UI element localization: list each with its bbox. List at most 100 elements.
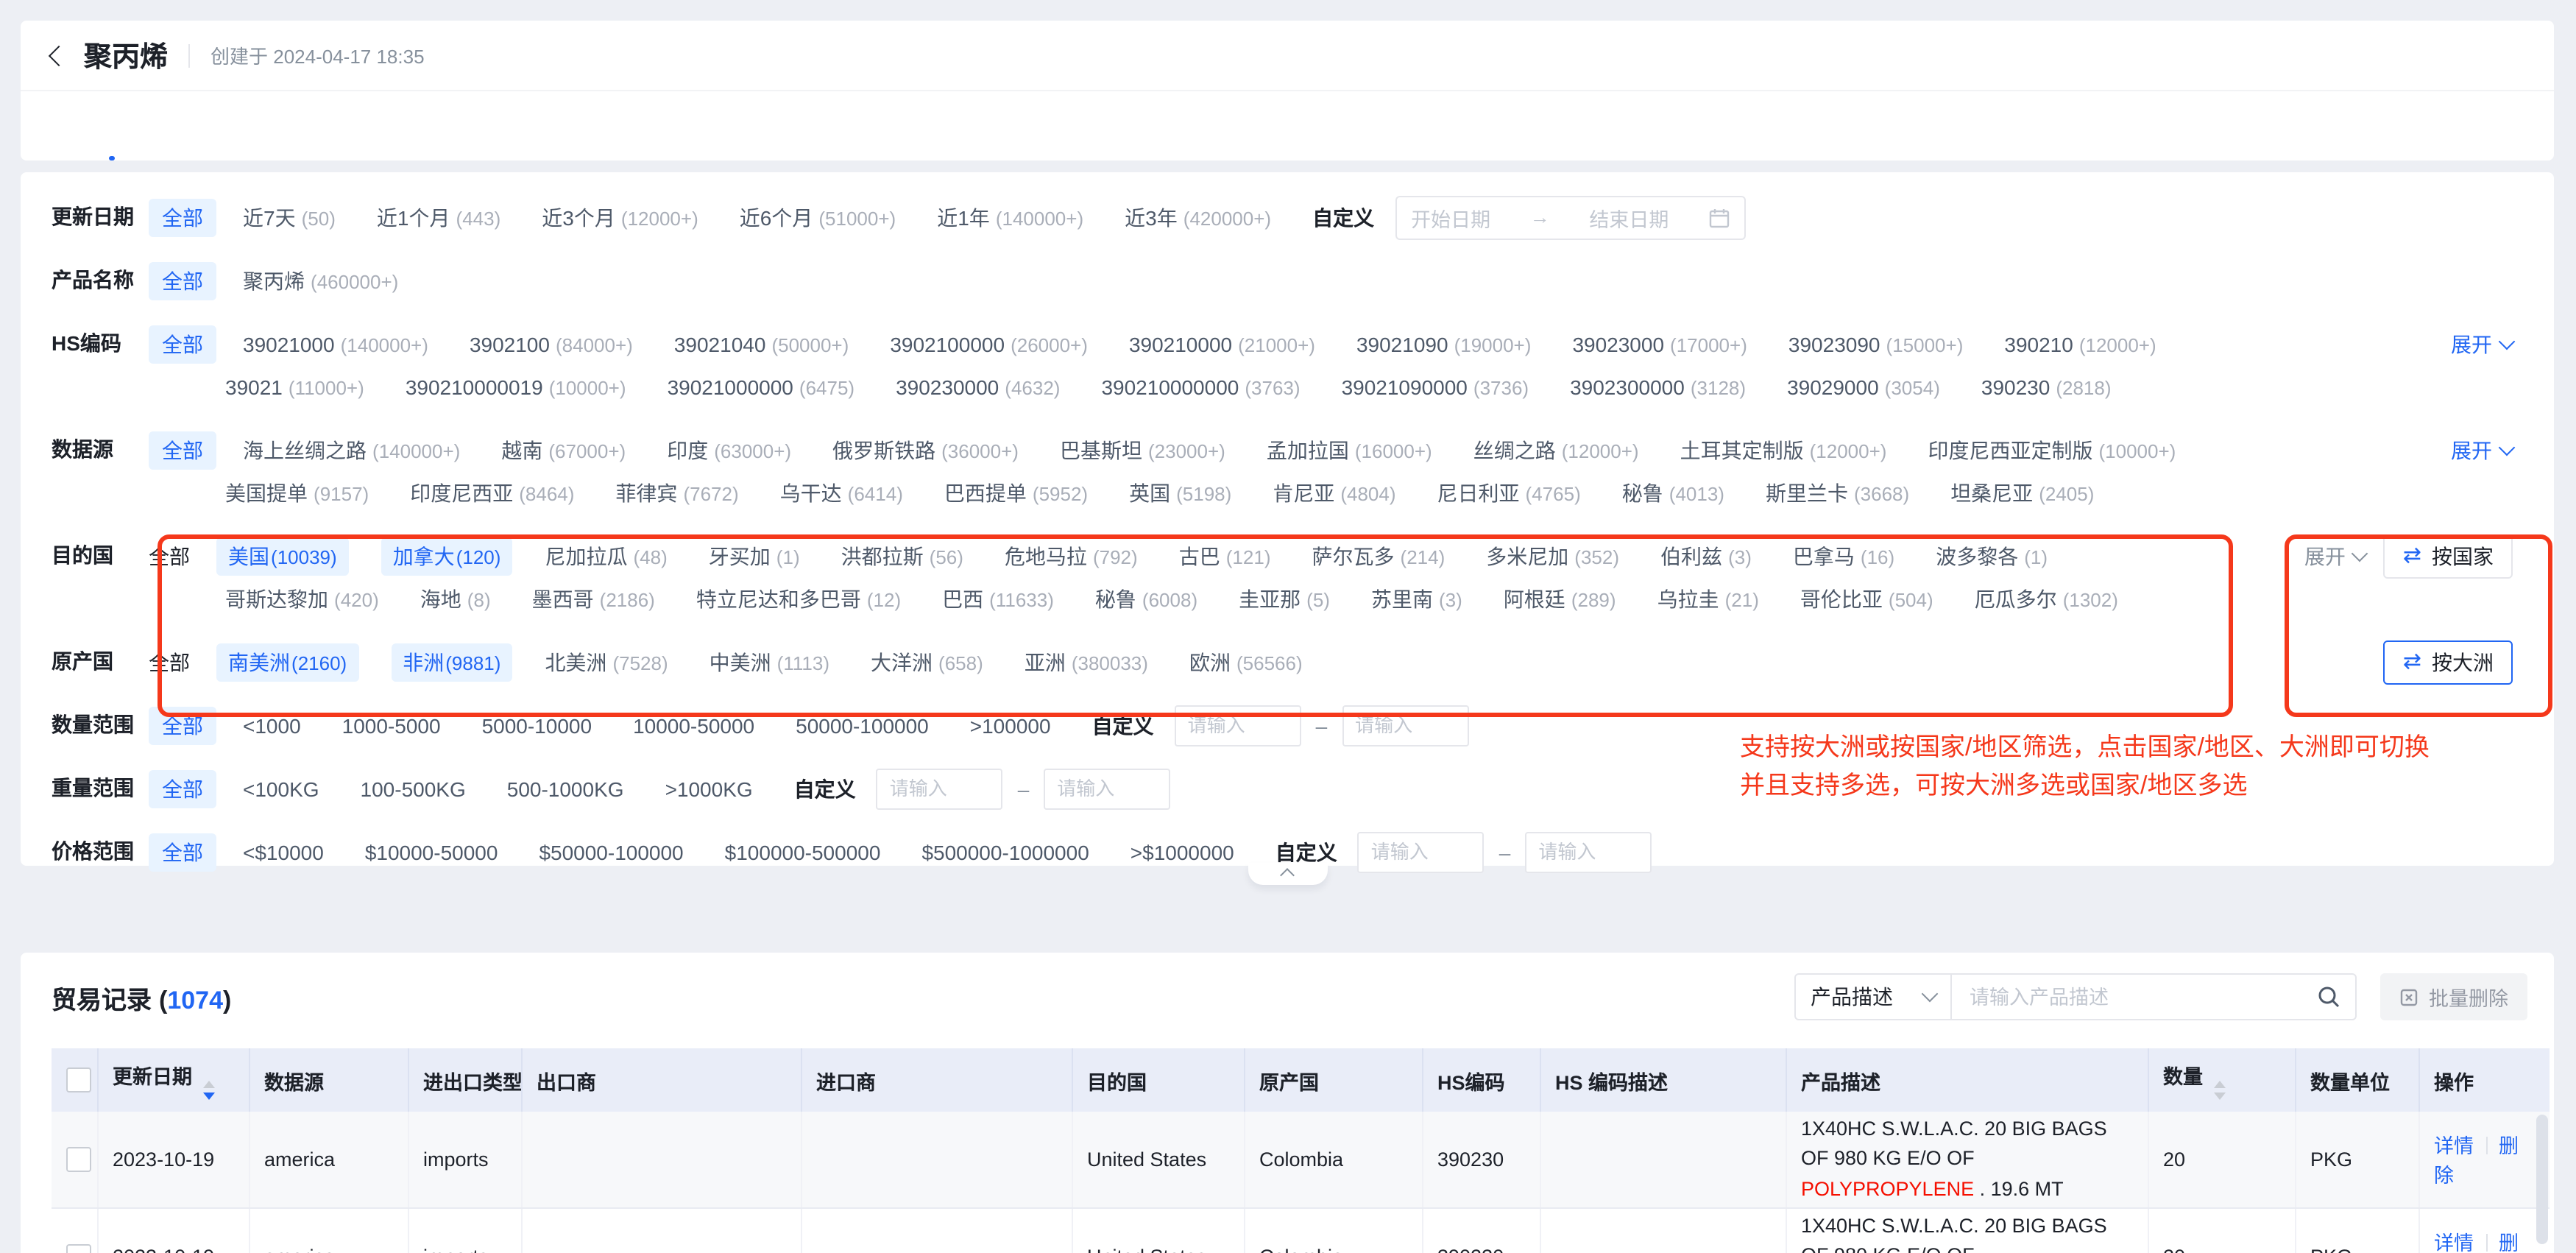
- filter-option[interactable]: 近3年420000+: [1125, 202, 1271, 232]
- sort-icons[interactable]: [2213, 1081, 2225, 1100]
- filter-option[interactable]: 菲律宾7672: [615, 478, 738, 507]
- filter-all-option[interactable]: 全部: [149, 431, 216, 469]
- filter-option-continent[interactable]: 南美洲2160: [216, 643, 358, 681]
- filter-option-range[interactable]: 1000-5000: [342, 713, 441, 737]
- filter-option[interactable]: 近3个月12000+: [542, 202, 698, 232]
- filter-option-country[interactable]: 洪都拉斯56: [841, 541, 963, 571]
- search-icon[interactable]: [2317, 985, 2340, 1009]
- filter-option-country[interactable]: 萨尔瓦多214: [1312, 541, 1446, 571]
- filter-option-country[interactable]: 波多黎各1: [1936, 541, 2048, 571]
- filter-option[interactable]: 巴基斯坦23000+: [1060, 435, 1225, 465]
- filter-option[interactable]: 39021000021000+: [1129, 332, 1315, 356]
- filter-all-option[interactable]: 全部: [149, 325, 216, 363]
- filter-option-continent[interactable]: 大洋洲658: [871, 647, 983, 677]
- filter-option-range[interactable]: $500000-1000000: [921, 840, 1089, 864]
- filter-option[interactable]: 3902302818: [1981, 375, 2112, 398]
- custom-option[interactable]: 自定义: [794, 774, 856, 803]
- filter-option[interactable]: 3902109019000+: [1356, 332, 1531, 356]
- filter-option[interactable]: 3902104050000+: [674, 332, 849, 356]
- filter-option-continent[interactable]: 欧洲56566: [1189, 647, 1303, 677]
- expand-toggle[interactable]: 展开: [2451, 435, 2513, 465]
- filter-option[interactable]: 印度尼西亚8464: [410, 478, 574, 507]
- filter-option[interactable]: 海上丝绸之路140000+: [243, 435, 460, 465]
- range-max-input[interactable]: [1525, 831, 1652, 872]
- filter-option-range[interactable]: <1000: [243, 713, 301, 737]
- filter-option[interactable]: 俄罗斯铁路36000+: [832, 435, 1019, 465]
- filter-option[interactable]: 3902300017000+: [1572, 332, 1747, 356]
- range-min-input[interactable]: [877, 768, 1003, 809]
- filter-option-range[interactable]: 10000-50000: [633, 713, 754, 737]
- custom-option[interactable]: 自定义: [1092, 710, 1154, 740]
- search-field-select[interactable]: 产品描述: [1796, 975, 1952, 1019]
- filter-option-range[interactable]: >100000: [970, 713, 1051, 737]
- filter-all-option[interactable]: 全部: [149, 537, 190, 575]
- filter-option[interactable]: 秘鲁4013: [1622, 478, 1724, 507]
- filter-option[interactable]: 390290003054: [1787, 375, 1940, 398]
- filter-option[interactable]: 近1年140000+: [937, 202, 1083, 232]
- filter-option-country[interactable]: 圭亚那5: [1239, 584, 1330, 613]
- filter-option[interactable]: 39021000001910000+: [406, 375, 626, 398]
- filter-option-country[interactable]: 乌拉圭21: [1657, 584, 1759, 613]
- filter-option[interactable]: 390210000006475: [668, 375, 855, 398]
- filter-option-country[interactable]: 苏里南3: [1371, 584, 1462, 613]
- filter-option[interactable]: 39021000140000+: [243, 332, 428, 356]
- filter-option-country[interactable]: 尼加拉瓜48: [545, 541, 667, 571]
- filter-option[interactable]: 丝绸之路12000+: [1473, 435, 1639, 465]
- filter-option-range[interactable]: 5000-10000: [482, 713, 592, 737]
- filter-option[interactable]: 肯尼亚4804: [1273, 478, 1395, 507]
- filter-option-range[interactable]: 50000-100000: [796, 713, 929, 737]
- custom-option[interactable]: 自定义: [1275, 837, 1337, 866]
- filter-option[interactable]: 美国提单9157: [225, 478, 369, 507]
- filter-option[interactable]: 巴西提单5952: [944, 478, 1088, 507]
- filter-option-country[interactable]: 特立尼达和多巴哥12: [696, 584, 901, 613]
- filter-all-option[interactable]: 全部: [149, 706, 216, 744]
- filter-all-option[interactable]: 全部: [149, 643, 190, 681]
- detail-link[interactable]: 详情: [2434, 1136, 2474, 1158]
- expand-toggle[interactable]: 展开: [2451, 329, 2513, 359]
- filter-option[interactable]: 孟加拉国16000+: [1267, 435, 1432, 465]
- filter-option[interactable]: 坦桑尼亚2405: [1950, 478, 2094, 507]
- filter-option-country[interactable]: 多米尼加352: [1486, 541, 1619, 571]
- date-range-picker[interactable]: 开始日期 → 结束日期: [1395, 195, 1745, 239]
- custom-option[interactable]: 自定义: [1312, 202, 1374, 232]
- filter-option-country[interactable]: 墨西哥2186: [532, 584, 655, 613]
- row-checkbox[interactable]: [66, 1147, 91, 1172]
- collapse-filters-button[interactable]: [1248, 863, 1327, 885]
- filter-option[interactable]: 印度63000+: [667, 435, 791, 465]
- filter-option[interactable]: 聚丙烯460000+: [243, 266, 398, 295]
- filter-option-country[interactable]: 伯利兹3: [1660, 541, 1752, 571]
- filter-option-country[interactable]: 加拿大120: [381, 537, 513, 575]
- filter-option[interactable]: 3902300004632: [896, 375, 1060, 398]
- filter-option-range[interactable]: $50000-100000: [539, 840, 683, 864]
- row-checkbox[interactable]: [66, 1243, 91, 1253]
- filter-option-country[interactable]: 秘鲁6008: [1095, 584, 1197, 613]
- filter-option-country[interactable]: 巴西11633: [942, 584, 1054, 613]
- range-max-input[interactable]: [1044, 768, 1170, 809]
- filter-option[interactable]: 英国5198: [1129, 478, 1231, 507]
- range-max-input[interactable]: [1342, 705, 1468, 746]
- filter-option[interactable]: 近1个月443: [377, 202, 500, 232]
- range-min-input[interactable]: [1175, 705, 1301, 746]
- filter-option-continent[interactable]: 中美洲1113: [710, 647, 829, 677]
- switch-by-country-button[interactable]: ⇄按国家: [2384, 534, 2513, 578]
- range-min-input[interactable]: [1358, 831, 1485, 872]
- filter-option-range[interactable]: <$10000: [243, 840, 324, 864]
- filter-option-country[interactable]: 厄瓜多尔1302: [1975, 584, 2118, 613]
- sort-icons[interactable]: [202, 1081, 214, 1100]
- detail-link[interactable]: 详情: [2434, 1232, 2474, 1253]
- batch-delete-button[interactable]: 批量删除: [2380, 973, 2527, 1020]
- back-chevron-icon[interactable]: [49, 45, 69, 66]
- filter-option-range[interactable]: 100-500KG: [361, 777, 466, 800]
- filter-option-country[interactable]: 哥伦比亚504: [1800, 584, 1933, 613]
- filter-option-country[interactable]: 巴拿马16: [1793, 541, 1894, 571]
- filter-option-country[interactable]: 美国10039: [216, 537, 349, 575]
- filter-option-country[interactable]: 阿根廷289: [1504, 584, 1616, 613]
- filter-option[interactable]: 越南67000+: [501, 435, 626, 465]
- filter-all-option[interactable]: 全部: [149, 261, 216, 300]
- filter-option-country[interactable]: 哥斯达黎加420: [225, 584, 379, 613]
- filter-option-range[interactable]: 500-1000KG: [507, 777, 624, 800]
- search-input[interactable]: [1967, 984, 2308, 1009]
- filter-option-country[interactable]: 海地8: [420, 584, 491, 613]
- filter-option[interactable]: 尼日利亚4765: [1437, 478, 1581, 507]
- filter-option-range[interactable]: >1000KG: [665, 777, 753, 800]
